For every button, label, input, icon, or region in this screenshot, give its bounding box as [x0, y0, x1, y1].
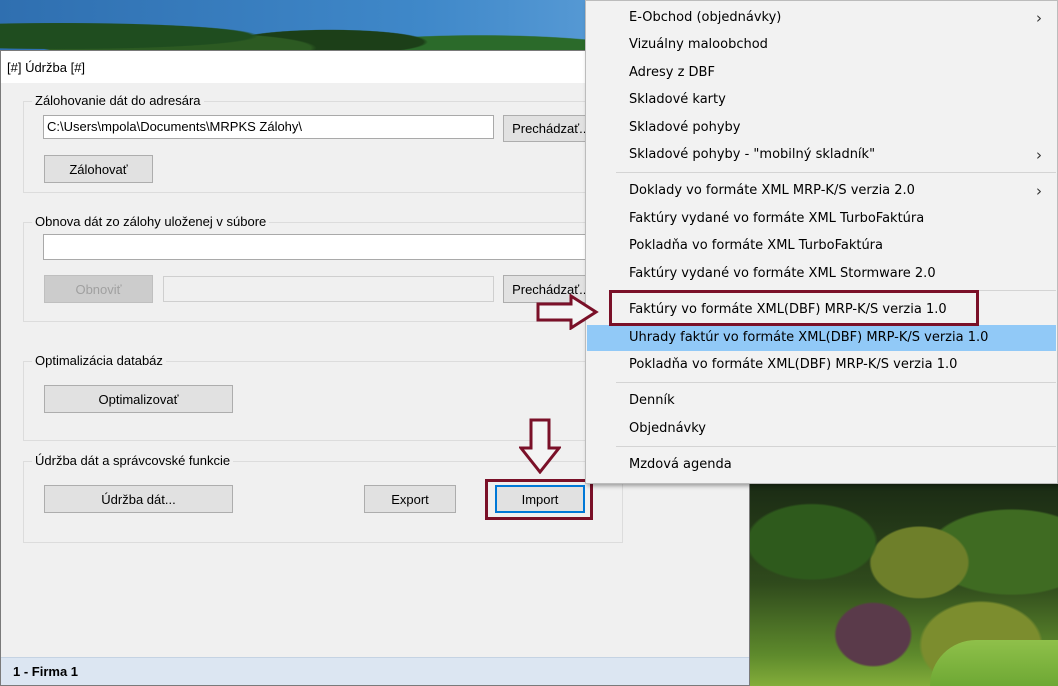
menu-item-label: Uhrady faktúr vo formáte XML(DBF) MRP-K/…: [629, 330, 989, 345]
menu-item-label: Pokladňa vo formáte XML(DBF) MRP-K/S ver…: [629, 357, 958, 372]
arrow-down-annotation-icon: [519, 418, 561, 474]
menu-separator: [616, 446, 1056, 447]
menu-item-label: Skladové pohyby: [629, 120, 741, 135]
menu-item-adresy-dbf[interactable]: Adresy z DBF: [587, 60, 1056, 86]
menu-item-faktury-turbofaktura[interactable]: Faktúry vydané vo formáte XML TurboFaktú…: [587, 206, 1056, 232]
optimize-button[interactable]: Optimalizovať: [44, 385, 233, 413]
menu-item-pokladna-xml-dbf[interactable]: Pokladňa vo formáte XML(DBF) MRP-K/S ver…: [587, 352, 1056, 378]
menu-item-mobilny-skladnik[interactable]: Skladové pohyby - "mobilný skladník" ›: [587, 142, 1056, 168]
restore-group-label: Obnova dát zo zálohy uloženej v súbore: [32, 214, 270, 229]
menu-item-label: Faktúry vydané vo formáte XML TurboFaktú…: [629, 211, 925, 226]
menu-item-skladove-karty[interactable]: Skladové karty: [587, 87, 1056, 113]
status-company: 1 - Firma 1: [13, 664, 79, 679]
menu-item-label: Vizuálny maloobchod: [629, 37, 768, 52]
restore-backup-list[interactable]: [43, 234, 599, 260]
menu-item-label: Pokladňa vo formáte XML TurboFaktúra: [629, 238, 883, 253]
export-button[interactable]: Export: [364, 485, 456, 513]
backup-path-field[interactable]: C:\Users\mpola\Documents\MRPKS Zálohy\: [43, 115, 494, 139]
menu-item-faktury-stormware[interactable]: Faktúry vydané vo formáte XML Stormware …: [587, 261, 1056, 287]
restore-button[interactable]: Obnoviť: [44, 275, 153, 303]
menu-item-dennik[interactable]: Denník: [587, 388, 1056, 414]
menu-item-label: Denník: [629, 393, 675, 408]
menu-item-eobchod[interactable]: E-Obchod (objednávky) ›: [587, 5, 1056, 31]
restore-file-field[interactable]: [163, 276, 494, 302]
menu-item-label: Skladové karty: [629, 92, 726, 107]
arrow-right-annotation-icon: [536, 294, 599, 330]
menu-item-label: Faktúry vydané vo formáte XML Stormware …: [629, 266, 936, 281]
maintenance-group-label: Údržba dát a správcovské funkcie: [32, 453, 234, 468]
menu-item-mzdova-agenda[interactable]: Mzdová agenda: [587, 452, 1056, 478]
menu-item-vizualny-maloobchod[interactable]: Vizuálny maloobchod: [587, 32, 1056, 58]
menu-item-label: E-Obchod (objednávky): [629, 10, 782, 25]
menu-item-label: Mzdová agenda: [629, 457, 732, 472]
backup-group-label: Zálohovanie dát do adresára: [32, 93, 204, 108]
menu-item-label: Doklady vo formáte XML MRP-K/S verzia 2.…: [629, 183, 915, 198]
chevron-right-icon: ›: [1036, 146, 1042, 164]
menu-item-objednavky[interactable]: Objednávky: [587, 416, 1056, 442]
window-title: [#] Údržba [#]: [7, 60, 86, 75]
menu-item-pokladna-turbofaktura[interactable]: Pokladňa vo formáte XML TurboFaktúra: [587, 233, 1056, 259]
menu-item-label: Skladové pohyby - "mobilný skladník": [629, 147, 876, 162]
status-bar: 1 - Firma 1: [1, 657, 749, 685]
menu-item-highlight-box: [609, 290, 979, 326]
menu-separator: [616, 382, 1056, 383]
import-context-menu: E-Obchod (objednávky) › Vizuálny maloobc…: [585, 0, 1058, 484]
menu-separator: [616, 172, 1056, 173]
chevron-right-icon: ›: [1036, 9, 1042, 27]
import-highlight-box: [485, 479, 593, 520]
optimize-group-label: Optimalizácia databáz: [32, 353, 166, 368]
menu-item-doklady-xml[interactable]: Doklady vo formáte XML MRP-K/S verzia 2.…: [587, 178, 1056, 204]
menu-item-skladove-pohyby[interactable]: Skladové pohyby: [587, 115, 1056, 141]
menu-item-label: Objednávky: [629, 421, 707, 436]
maintenance-button[interactable]: Údržba dát...: [44, 485, 233, 513]
menu-item-label: Adresy z DBF: [629, 65, 715, 80]
backup-button[interactable]: Zálohovať: [44, 155, 153, 183]
menu-item-uhrady-faktur-xml-dbf[interactable]: Uhrady faktúr vo formáte XML(DBF) MRP-K/…: [587, 325, 1056, 351]
chevron-right-icon: ›: [1036, 182, 1042, 200]
